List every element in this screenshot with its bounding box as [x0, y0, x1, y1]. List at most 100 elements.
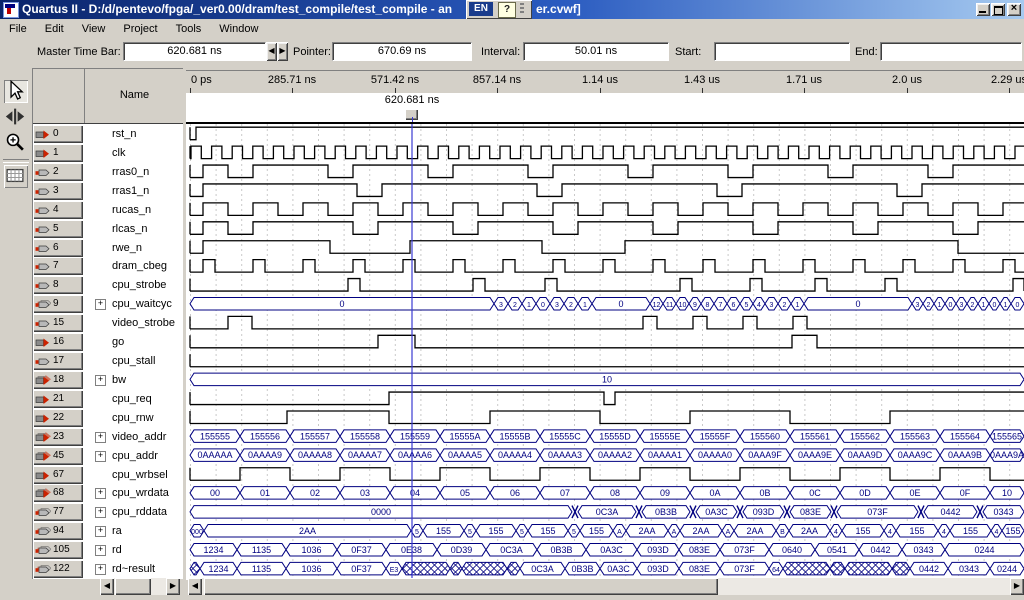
signal-name[interactable]: go [112, 336, 124, 348]
signal-name[interactable]: cpu_req [112, 393, 152, 405]
signal-index-button[interactable]: 22 [33, 409, 83, 427]
scroll-right-icon[interactable]: ▶ [1010, 578, 1024, 595]
help-icon[interactable]: ? [498, 2, 516, 18]
signal-index-button[interactable]: 67 [33, 466, 83, 484]
signal-name[interactable]: rucas_n [112, 204, 151, 216]
waveform-hscrollbar[interactable]: ◀ ▶ [188, 578, 1024, 595]
signal-name[interactable]: cpu_rddata [112, 506, 167, 518]
selection-tool-button[interactable] [4, 80, 28, 103]
signal-row-cpu_req[interactable]: 21cpu_req [33, 390, 184, 409]
signal-row-dram_cbeg[interactable]: 7 dram_cbeg [33, 257, 184, 276]
expand-group-icon[interactable]: + [95, 545, 106, 556]
signal-row-cpu_wrdata[interactable]: 68 + cpu_wrdata [33, 484, 184, 503]
name-panel-hscrollbar[interactable]: ◀ ▶ [100, 578, 180, 595]
menu-window[interactable]: Window [210, 21, 267, 37]
signal-row-video_strobe[interactable]: 15 video_strobe [33, 314, 184, 333]
signal-row-cpu_waitcyc[interactable]: 9 + cpu_waitcyc [33, 295, 184, 314]
end-field[interactable] [880, 42, 1022, 61]
signal-index-button[interactable]: 68 [33, 484, 83, 502]
drag-handle-icon[interactable] [520, 3, 524, 15]
signal-row-clk[interactable]: 1 clk [33, 144, 184, 163]
signal-name[interactable]: rras0_n [112, 166, 149, 178]
signal-name[interactable]: rlcas_n [112, 223, 147, 235]
signal-row-ra[interactable]: 94 + ra [33, 522, 184, 541]
signal-row-rras1_n[interactable]: 3 rras1_n [33, 182, 184, 201]
expand-group-icon[interactable]: + [95, 299, 106, 310]
signal-index-button[interactable]: 8 [33, 276, 83, 294]
signal-name[interactable]: cpu_wrdata [112, 487, 169, 499]
scroll-left-icon[interactable]: ◀ [188, 578, 202, 595]
signal-index-button[interactable]: 3 [33, 182, 83, 200]
signal-name[interactable]: dram_cbeg [112, 260, 167, 272]
time-ruler[interactable]: 0 ps285.71 ns571.42 ns857.14 ns1.14 us1.… [186, 70, 1024, 94]
signal-name[interactable]: cpu_addr [112, 450, 158, 462]
language-indicator-badge[interactable]: EN [469, 2, 493, 16]
signal-row-rd~result[interactable]: 122 + rd~result [33, 560, 184, 579]
signal-index-button[interactable]: 9 [33, 295, 83, 313]
signal-name[interactable]: ra [112, 525, 122, 537]
signal-row-bw[interactable]: 18 + bw [33, 371, 184, 390]
menu-file[interactable]: File [0, 21, 36, 37]
signal-row-rd[interactable]: 105+rd [33, 541, 184, 560]
expand-group-icon[interactable]: + [95, 564, 106, 575]
expand-group-icon[interactable]: + [95, 432, 106, 443]
master-time-bar-field[interactable]: 620.681 ns [123, 42, 266, 61]
signal-index-button[interactable]: 5 [33, 220, 83, 238]
signal-row-rwe_n[interactable]: 6 rwe_n [33, 239, 184, 258]
scroll-right-icon[interactable]: ▶ [166, 578, 180, 595]
menu-view[interactable]: View [73, 21, 115, 37]
signal-index-button[interactable]: 17 [33, 352, 83, 370]
expand-group-icon[interactable]: + [95, 375, 106, 386]
signal-index-button[interactable]: 2 [33, 163, 83, 181]
expand-group-icon[interactable]: + [95, 507, 106, 518]
signal-name[interactable]: video_strobe [112, 317, 175, 329]
waveform-canvas[interactable]: 0321032101211109876543210321032101010155… [186, 122, 1024, 580]
signal-name[interactable]: cpu_waitcyc [112, 298, 172, 310]
signal-row-rras0_n[interactable]: 2 rras0_n [33, 163, 184, 182]
start-field[interactable] [714, 42, 850, 61]
signal-row-go[interactable]: 16 go [33, 333, 184, 352]
time-spin-right-icon[interactable]: ▶ [277, 42, 288, 61]
signal-row-cpu_strobe[interactable]: 8cpu_strobe [33, 276, 184, 295]
signal-row-cpu_rddata[interactable]: 77 + cpu_rddata [33, 503, 184, 522]
signal-index-button[interactable]: 4 [33, 201, 83, 219]
title-bar[interactable]: Quartus II - D:/d/pentevo/fpga/_ver0.00/… [0, 0, 1024, 19]
signal-name[interactable]: rd [112, 544, 122, 556]
close-button[interactable]: × [1007, 3, 1021, 16]
signal-row-video_addr[interactable]: 23+video_addr [33, 428, 184, 447]
signal-row-cpu_rnw[interactable]: 22 cpu_rnw [33, 409, 184, 428]
signal-name[interactable]: cpu_rnw [112, 412, 154, 424]
signal-index-button[interactable]: 23 [33, 428, 83, 446]
full-screen-button[interactable] [4, 165, 28, 188]
signal-index-button[interactable]: 15 [33, 314, 83, 332]
minimize-button[interactable] [976, 3, 990, 16]
signal-index-button[interactable]: 0 [33, 125, 83, 143]
zoom-tool-button[interactable] [4, 132, 28, 155]
signal-index-button[interactable]: 94 [33, 522, 83, 540]
signal-name[interactable]: rras1_n [112, 185, 149, 197]
waveform-editing-tool-button[interactable] [4, 106, 28, 129]
waveform-scroll-thumb[interactable] [204, 578, 718, 595]
signal-row-rlcas_n[interactable]: 5 rlcas_n [33, 220, 184, 239]
signal-index-button[interactable]: 7 [33, 257, 83, 275]
expand-group-icon[interactable]: + [95, 451, 106, 462]
menu-project[interactable]: Project [114, 21, 166, 37]
expand-group-icon[interactable]: + [95, 526, 106, 537]
signal-name[interactable]: cpu_wrbsel [112, 469, 168, 481]
signal-row-cpu_stall[interactable]: 17cpu_stall [33, 352, 184, 371]
signal-name[interactable]: bw [112, 374, 126, 386]
signal-name[interactable]: rd~result [112, 563, 155, 575]
signal-name[interactable]: clk [112, 147, 125, 159]
signal-row-rst_n[interactable]: 0rst_n [33, 125, 184, 144]
signal-index-button[interactable]: 77 [33, 503, 83, 521]
scroll-left-icon[interactable]: ◀ [100, 578, 114, 595]
signal-index-button[interactable]: 6 [33, 239, 83, 257]
menu-edit[interactable]: Edit [36, 21, 73, 37]
signal-name[interactable]: rwe_n [112, 242, 142, 254]
signal-row-cpu_addr[interactable]: 45+cpu_addr [33, 447, 184, 466]
expand-group-icon[interactable]: + [95, 488, 106, 499]
signal-index-button[interactable]: 16 [33, 333, 83, 351]
signal-index-button[interactable]: 122 [33, 560, 83, 578]
signal-index-button[interactable]: 1 [33, 144, 83, 162]
signal-index-button[interactable]: 18 [33, 371, 83, 389]
